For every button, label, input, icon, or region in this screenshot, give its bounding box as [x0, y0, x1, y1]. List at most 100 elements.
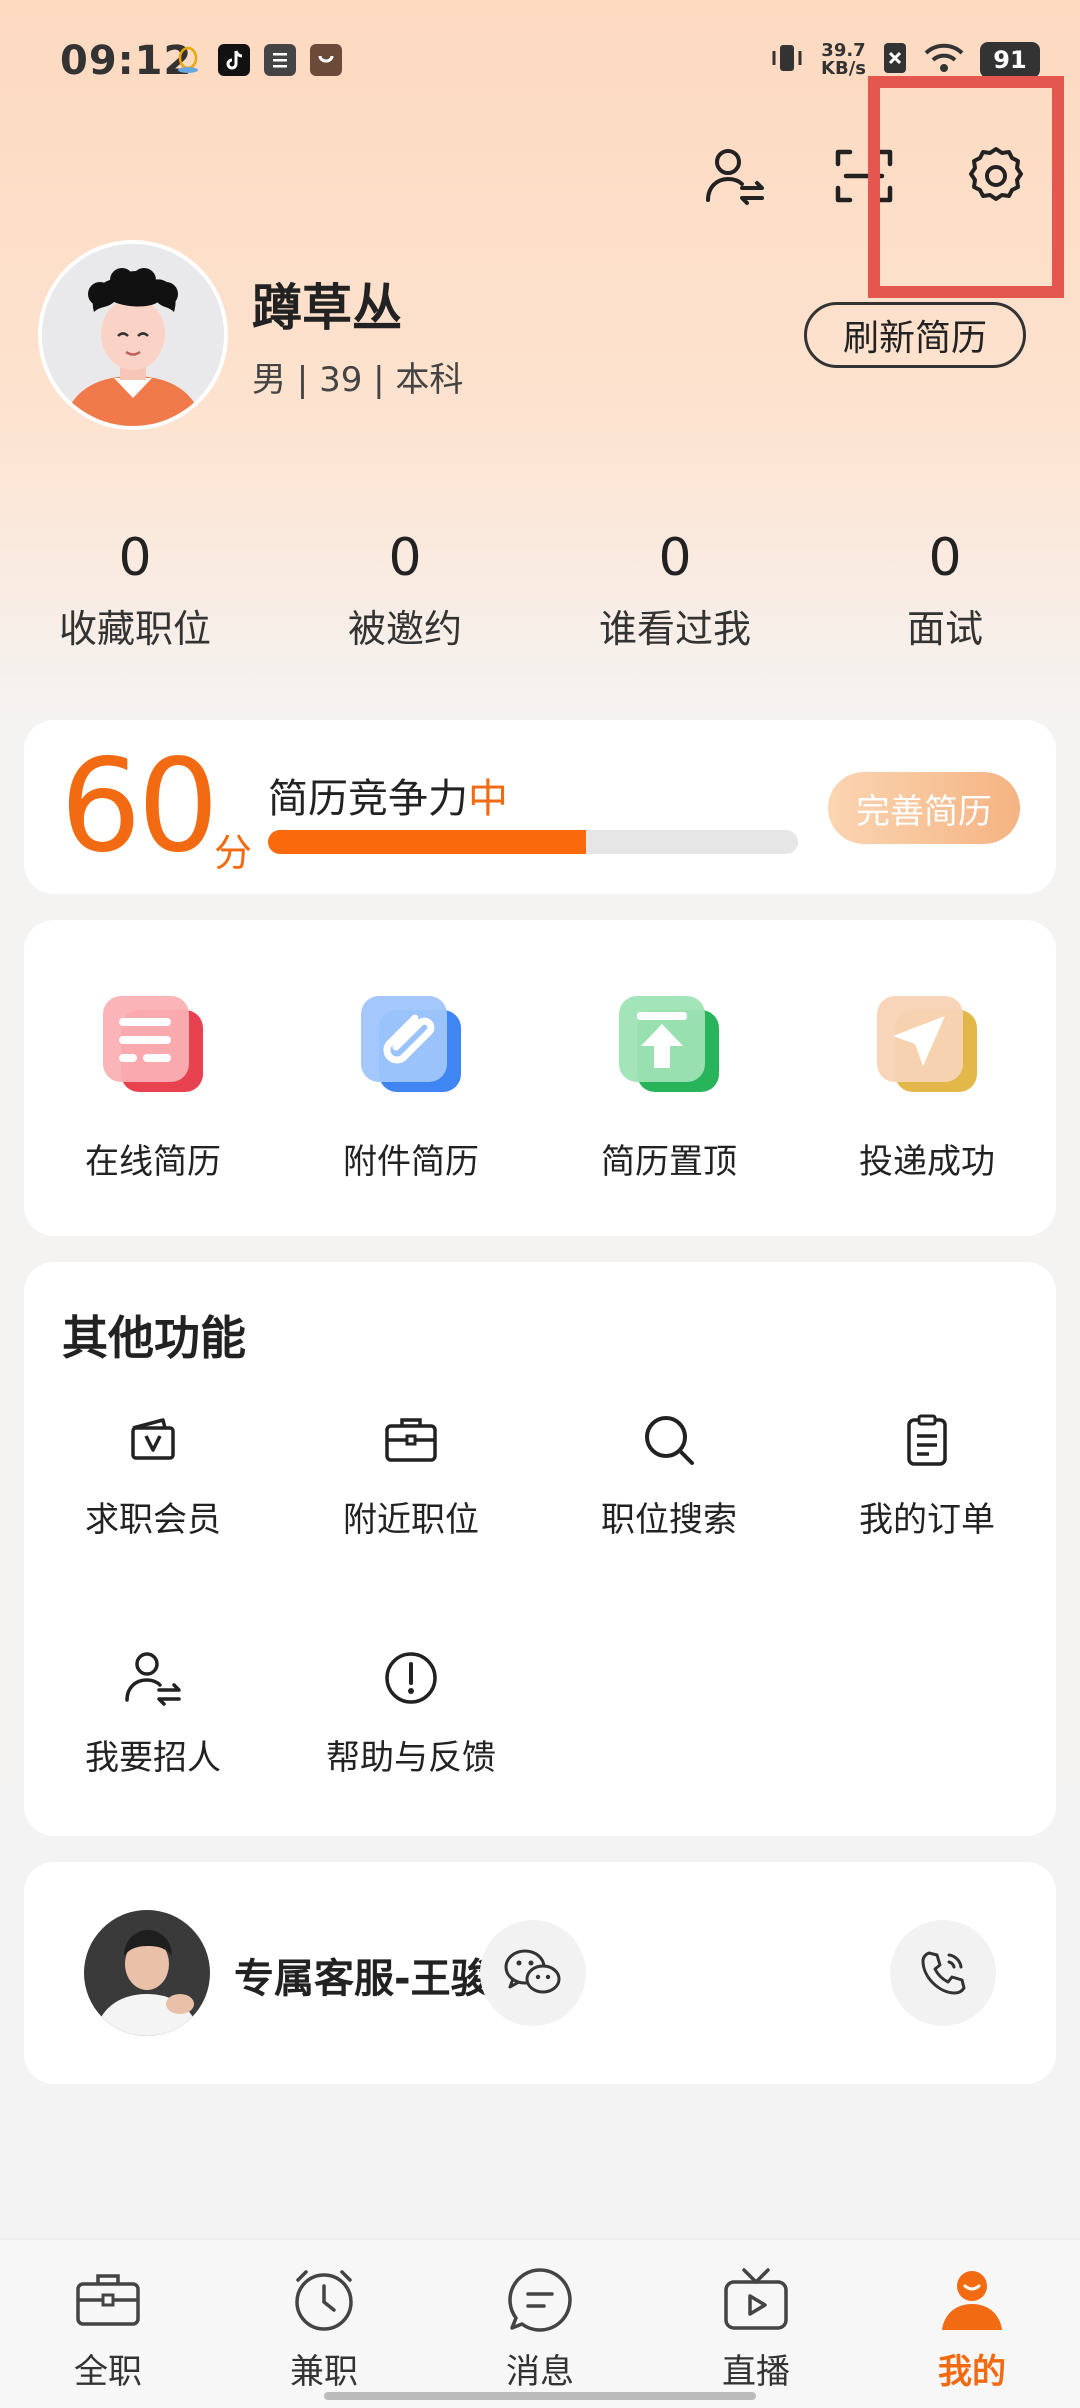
battery-indicator: 91 — [980, 42, 1040, 78]
recruit-button[interactable]: 我要招人 — [24, 1648, 282, 1779]
settings-highlight-box — [868, 76, 1064, 298]
notification-icons — [172, 44, 342, 76]
resume-actions-card: 在线简历 附件简历 简历置顶 投递成功 — [24, 920, 1056, 1236]
user-avatar[interactable] — [38, 240, 228, 430]
home-indicator[interactable] — [324, 2392, 756, 2400]
service-avatar — [84, 1910, 210, 2036]
nav-label: 直播 — [722, 2352, 790, 2392]
sim-icon — [882, 41, 908, 79]
service-name: 专属客服-王骏 — [234, 1956, 491, 2002]
stat-value: 0 — [928, 528, 962, 588]
stat-value: 0 — [658, 528, 692, 588]
service-person-icon — [84, 1910, 210, 2036]
stat-label: 被邀约 — [347, 607, 462, 651]
profile-icon — [938, 2266, 1006, 2334]
tab-mine[interactable]: 我的 — [864, 2240, 1080, 2408]
attachment-resume-button[interactable]: 附件简历 — [282, 920, 540, 1183]
resume-item-label: 在线简历 — [85, 1142, 221, 1182]
avatar-illustration-icon — [42, 244, 224, 426]
net-speed: 39.7 KB/s — [821, 42, 866, 78]
competitiveness-prefix: 简历竞争力 — [268, 776, 468, 822]
nav-label: 我的 — [938, 2352, 1006, 2392]
section-title: 其他功能 — [62, 1311, 246, 1365]
clipboard-icon — [897, 1410, 957, 1470]
function-label: 求职会员 — [85, 1500, 221, 1540]
score-progress-bar — [268, 830, 798, 854]
user-name: 蹲草丛 — [252, 279, 402, 337]
score-unit: 分 — [214, 831, 253, 875]
stat-viewed-me[interactable]: 0 谁看过我 — [540, 528, 810, 653]
online-resume-button[interactable]: 在线简历 — [24, 920, 282, 1183]
briefcase-icon — [381, 1410, 441, 1470]
phone-call-button[interactable] — [890, 1920, 996, 2026]
shop-bag-icon — [310, 44, 342, 76]
job-search-button[interactable]: 职位搜索 — [540, 1410, 798, 1541]
switch-identity-button[interactable] — [698, 140, 770, 212]
resume-item-label: 简历置顶 — [601, 1142, 737, 1182]
qq-icon — [172, 44, 204, 76]
resume-score-card: 60 分 简历竞争力中 完善简历 — [24, 720, 1056, 894]
my-orders-button[interactable]: 我的订单 — [798, 1410, 1056, 1541]
nearby-jobs-button[interactable]: 附近职位 — [282, 1410, 540, 1541]
tab-live[interactable]: 直播 — [648, 2240, 864, 2408]
competitiveness-label: 简历竞争力中 — [268, 766, 508, 824]
stat-interviews[interactable]: 0 面试 — [810, 528, 1080, 653]
attachment-resume-icon — [353, 988, 469, 1104]
help-feedback-button[interactable]: 帮助与反馈 — [282, 1648, 540, 1779]
pin-top-icon — [611, 988, 727, 1104]
vip-icon — [123, 1410, 183, 1470]
help-icon — [381, 1648, 441, 1708]
search-icon — [639, 1410, 699, 1470]
stats-row: 0 收藏职位 0 被邀约 0 谁看过我 0 面试 — [0, 528, 1080, 653]
nav-label: 消息 — [506, 2352, 574, 2392]
tiktok-icon — [218, 44, 250, 76]
refresh-resume-button[interactable]: 刷新简历 — [804, 302, 1026, 368]
wechat-button[interactable] — [480, 1920, 586, 2026]
wifi-icon — [924, 42, 964, 78]
function-label: 帮助与反馈 — [326, 1738, 496, 1778]
function-label: 我要招人 — [85, 1738, 221, 1778]
function-label: 附近职位 — [343, 1500, 479, 1540]
stat-saved-jobs[interactable]: 0 收藏职位 — [0, 528, 270, 653]
delivery-success-button[interactable]: 投递成功 — [798, 920, 1056, 1183]
tv-icon — [722, 2266, 790, 2334]
online-resume-icon — [95, 988, 211, 1104]
tab-messages[interactable]: 消息 — [432, 2240, 648, 2408]
vibrate-icon — [769, 40, 805, 80]
phone-icon — [921, 1951, 966, 1995]
briefcase-icon — [74, 2266, 142, 2334]
system-icons: 39.7 KB/s 91 — [769, 40, 1040, 80]
score-progress-fill — [268, 830, 586, 854]
job-vip-button[interactable]: 求职会员 — [24, 1410, 282, 1541]
competitiveness-level: 中 — [468, 776, 508, 822]
resume-item-label: 附件简历 — [343, 1142, 479, 1182]
improve-resume-button[interactable]: 完善简历 — [828, 772, 1020, 844]
customer-service-card: 专属客服-王骏 — [24, 1862, 1056, 2084]
tab-fulltime[interactable]: 全职 — [0, 2240, 216, 2408]
stat-value: 0 — [118, 528, 152, 588]
nav-label: 兼职 — [290, 2352, 358, 2392]
user-info: 男 | 39 | 本科 — [252, 360, 464, 400]
stat-value: 0 — [388, 528, 422, 588]
function-label: 我的订单 — [859, 1500, 995, 1540]
nav-label: 全职 — [74, 2352, 142, 2392]
wechat-icon — [504, 1949, 561, 1994]
function-label: 职位搜索 — [601, 1500, 737, 1540]
recruit-icon — [123, 1648, 183, 1708]
other-functions-card: 其他功能 求职会员 附近职位 职位搜索 我的订单 我要招人 帮助与反馈 — [24, 1262, 1056, 1836]
send-success-icon — [869, 988, 985, 1104]
resume-item-label: 投递成功 — [859, 1142, 995, 1182]
bottom-nav: 全职 兼职 消息 直播 我的 — [0, 2238, 1080, 2408]
clock-icon — [290, 2266, 358, 2334]
pin-resume-button[interactable]: 简历置顶 — [540, 920, 798, 1183]
stat-invited[interactable]: 0 被邀约 — [270, 528, 540, 653]
stat-label: 面试 — [906, 607, 983, 651]
stat-label: 收藏职位 — [58, 607, 211, 651]
notes-icon — [264, 44, 296, 76]
stat-label: 谁看过我 — [598, 607, 751, 651]
message-icon — [506, 2266, 574, 2334]
net-speed-unit: KB/s — [821, 58, 866, 79]
tab-parttime[interactable]: 兼职 — [216, 2240, 432, 2408]
switch-user-icon — [706, 149, 764, 205]
score-value: 60 — [60, 732, 219, 881]
